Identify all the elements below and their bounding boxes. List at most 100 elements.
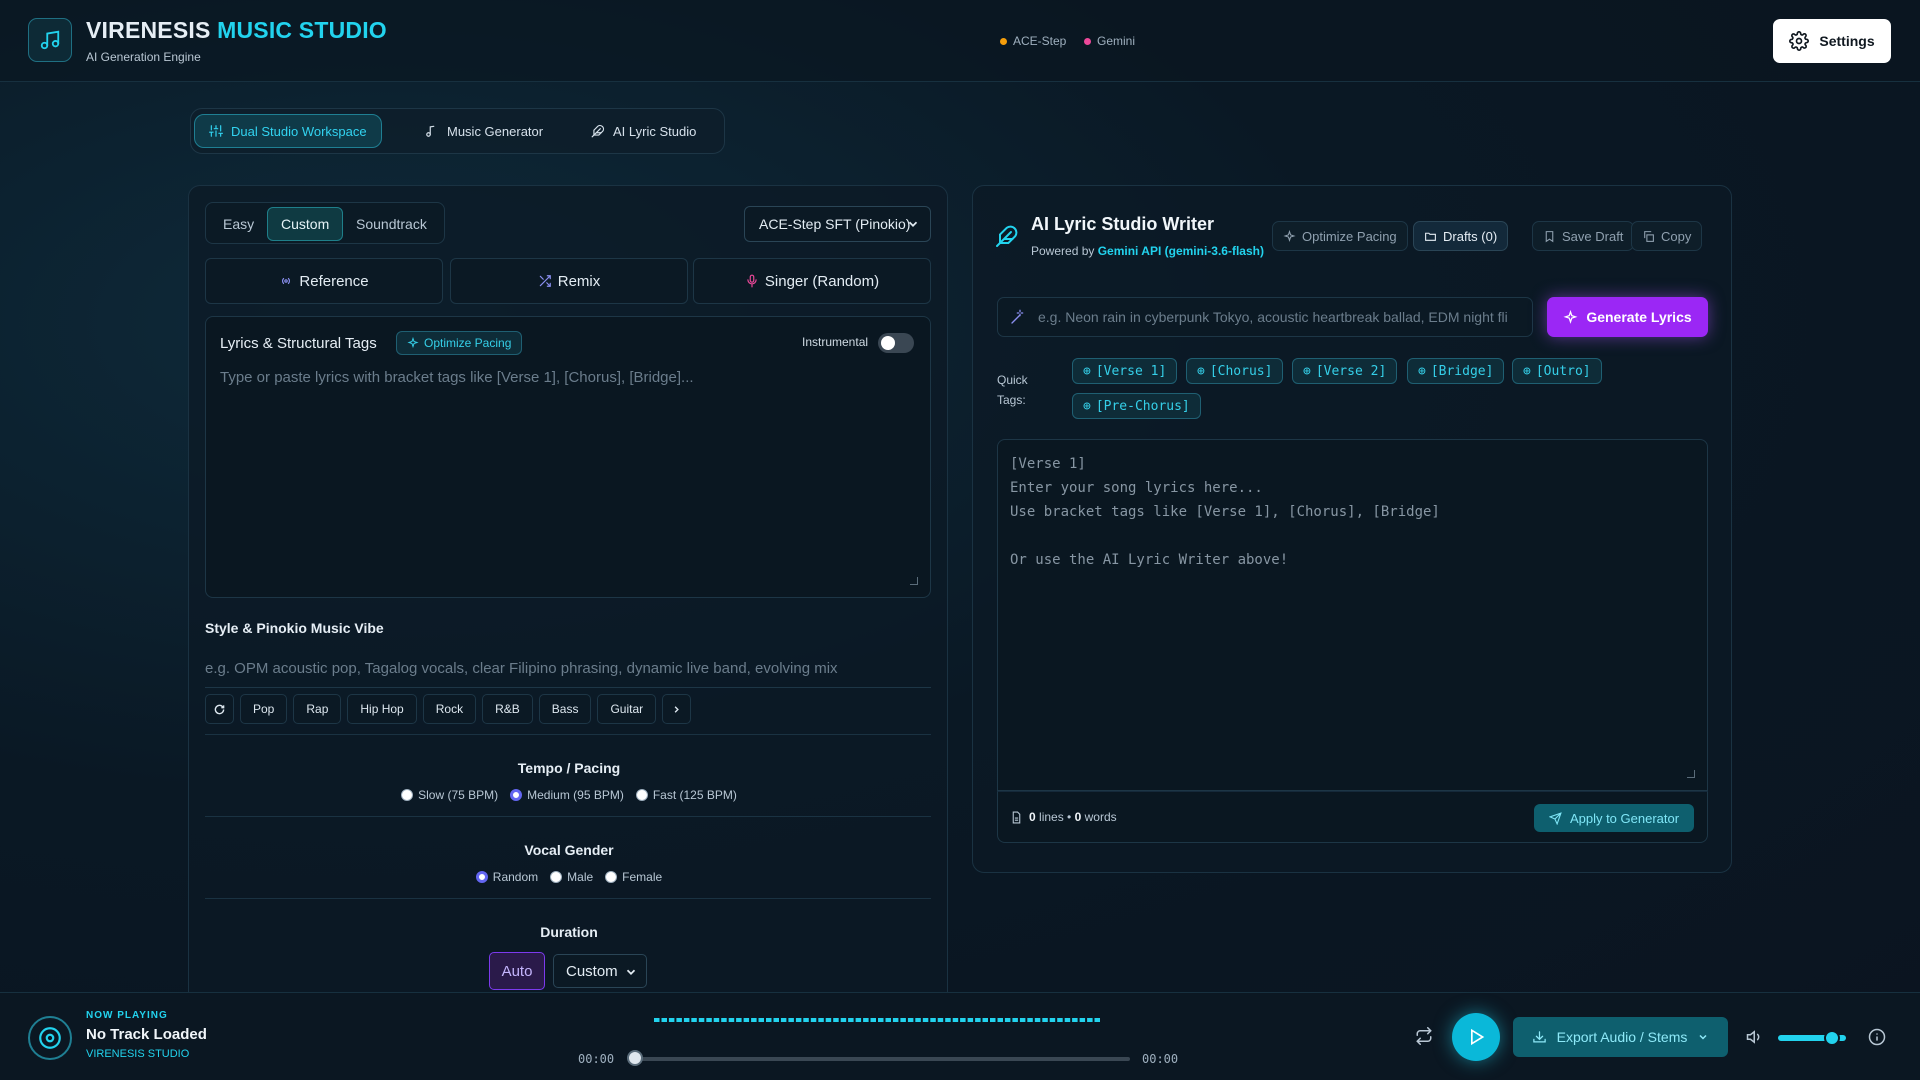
toggle-knob [881, 336, 895, 350]
optimize-pacing-button[interactable]: Optimize Pacing [396, 331, 523, 355]
disc-icon [28, 1016, 72, 1060]
volume-handle[interactable] [1824, 1030, 1840, 1046]
play-button[interactable] [1452, 1013, 1500, 1061]
quick-tag-verse-1[interactable]: ⊕ [Verse 1] [1072, 358, 1178, 384]
more-chips-button[interactable] [662, 694, 692, 724]
mode-easy[interactable]: Easy [210, 207, 267, 241]
remix-button[interactable]: Remix [450, 258, 688, 304]
broadcast-icon [282, 277, 291, 285]
duration-title: Duration [540, 924, 598, 940]
quick-tag-chorus[interactable]: ⊕ [Chorus] [1186, 358, 1284, 384]
editor-footer: 0 lines • 0 words Apply to Generator [997, 791, 1708, 843]
vocal-male-radio[interactable]: Male [550, 870, 593, 884]
chip-bass[interactable]: Bass [538, 694, 592, 724]
duration-custom-select[interactable]: Custom [553, 954, 647, 988]
app-header: VIRENESIS MUSIC STUDIO AI Generation Eng… [0, 0, 1920, 82]
chip-rnb[interactable]: R&B [482, 694, 533, 724]
time-current: 00:00 [578, 1052, 615, 1066]
waveform-bar [721, 1018, 727, 1022]
waveform-bar [937, 1018, 944, 1022]
waveform-bar [803, 1018, 809, 1022]
waveform-bar [751, 1018, 757, 1022]
copy-button[interactable]: Copy [1631, 221, 1703, 251]
tab-ai-lyric-studio[interactable]: AI Lyric Studio [577, 114, 710, 148]
resize-handle[interactable] [1687, 770, 1695, 778]
save-draft-button[interactable]: Save Draft [1532, 221, 1635, 251]
waveform-bar [683, 1018, 690, 1022]
reference-button[interactable]: Reference [205, 258, 443, 304]
waveform-bar [1064, 1018, 1071, 1022]
now-playing-label: NOW PLAYING [86, 1010, 168, 1021]
track-artist: VIRENESIS STUDIO [86, 1048, 190, 1060]
model-select[interactable]: ACE-Step SFT (Pinokio) [744, 206, 931, 242]
waveform-bar [818, 1018, 824, 1022]
waveform-bar [997, 1018, 1003, 1022]
tempo-fast-radio[interactable]: Fast (125 BPM) [635, 788, 737, 802]
generate-lyrics-button[interactable]: Generate Lyrics [1547, 297, 1708, 337]
tab-dual-studio[interactable]: Dual Studio Workspace [194, 114, 382, 148]
plus-circle-icon: ⊕ [1083, 398, 1091, 414]
sparkle-icon [407, 337, 419, 349]
divider [205, 898, 931, 899]
waveform-bar [713, 1018, 720, 1022]
progress-handle[interactable] [627, 1050, 643, 1066]
waveform-bar [990, 1018, 996, 1022]
waveform-bar [676, 1018, 682, 1022]
refresh-chips-button[interactable] [205, 694, 234, 724]
quick-tag-pre-chorus[interactable]: ⊕ [Pre-Chorus] [1072, 393, 1201, 419]
export-audio-button[interactable]: Export Audio / Stems [1513, 1017, 1728, 1057]
lyrics-editor[interactable]: [Verse 1] Enter your song lyrics here...… [997, 439, 1708, 791]
drafts-button[interactable]: Drafts (0) [1413, 221, 1509, 251]
chip-rap[interactable]: Rap [293, 694, 342, 724]
waveform-bar [907, 1018, 914, 1022]
waveform-bar [870, 1018, 876, 1022]
quick-tag-outro[interactable]: ⊕ [Outro] [1512, 358, 1602, 384]
waveform [654, 1018, 1100, 1022]
quick-tag-verse-2[interactable]: ⊕ [Verse 2] [1292, 358, 1398, 384]
waveform-bar [878, 1018, 884, 1022]
waveform-bar [967, 1018, 974, 1022]
tempo-medium-radio[interactable]: Medium (95 BPM) [510, 788, 624, 802]
repeat-icon[interactable] [1415, 1027, 1433, 1045]
chip-pop[interactable]: Pop [240, 694, 288, 724]
sliders-icon [209, 125, 223, 137]
lyric-prompt-input[interactable]: e.g. Neon rain in cyberpunk Tokyo, acous… [997, 297, 1533, 337]
chevron-down-icon [908, 221, 918, 227]
mode-soundtrack[interactable]: Soundtrack [343, 207, 440, 241]
vocal-gender-title: Vocal Gender [524, 842, 614, 858]
instrumental-toggle[interactable] [878, 333, 914, 353]
mode-custom[interactable]: Custom [267, 207, 344, 241]
singer-button[interactable]: Singer (Random) [693, 258, 931, 304]
optimize-pacing-tool[interactable]: Optimize Pacing [1272, 221, 1408, 251]
waveform-bar [1049, 1018, 1056, 1022]
waveform-bar [892, 1018, 899, 1022]
brand-title: VIRENESIS MUSIC STUDIO [86, 17, 387, 43]
chip-hip-hop[interactable]: Hip Hop [347, 694, 417, 724]
tab-music-generator[interactable]: Music Generator [411, 114, 557, 148]
progress-track[interactable] [630, 1057, 1130, 1061]
waveform-bar [1027, 1018, 1033, 1022]
style-input[interactable]: e.g. OPM acoustic pop, Tagalog vocals, c… [205, 654, 931, 688]
waveform-bar [810, 1018, 817, 1022]
lyrics-textarea[interactable]: Lyrics & Structural Tags Optimize Pacing… [205, 316, 931, 598]
duration-auto-button[interactable]: Auto [489, 952, 545, 990]
chip-rock[interactable]: Rock [422, 694, 477, 724]
plus-circle-icon: ⊕ [1523, 363, 1531, 379]
document-icon [1012, 811, 1021, 823]
chip-guitar[interactable]: Guitar [597, 694, 657, 724]
waveform-bar [855, 1018, 862, 1022]
vocal-random-radio[interactable]: Random [475, 870, 538, 884]
quick-tag-bridge[interactable]: ⊕ [Bridge] [1407, 358, 1505, 384]
vocal-radio-group: Random Male Female [189, 870, 949, 884]
waveform-bar [766, 1018, 772, 1022]
waveform-bar [698, 1018, 705, 1022]
tempo-slow-radio[interactable]: Slow (75 BPM) [401, 788, 498, 802]
info-icon[interactable] [1868, 1028, 1886, 1046]
settings-button[interactable]: Settings [1773, 19, 1891, 63]
music-generator-panel: Easy Custom Soundtrack ACE-Step SFT (Pin… [188, 185, 948, 995]
volume-icon[interactable] [1746, 1028, 1764, 1046]
vocal-female-radio[interactable]: Female [605, 870, 662, 884]
apply-to-generator-button[interactable]: Apply to Generator [1534, 804, 1694, 832]
waveform-bar [952, 1018, 959, 1022]
resize-handle[interactable] [910, 577, 918, 585]
